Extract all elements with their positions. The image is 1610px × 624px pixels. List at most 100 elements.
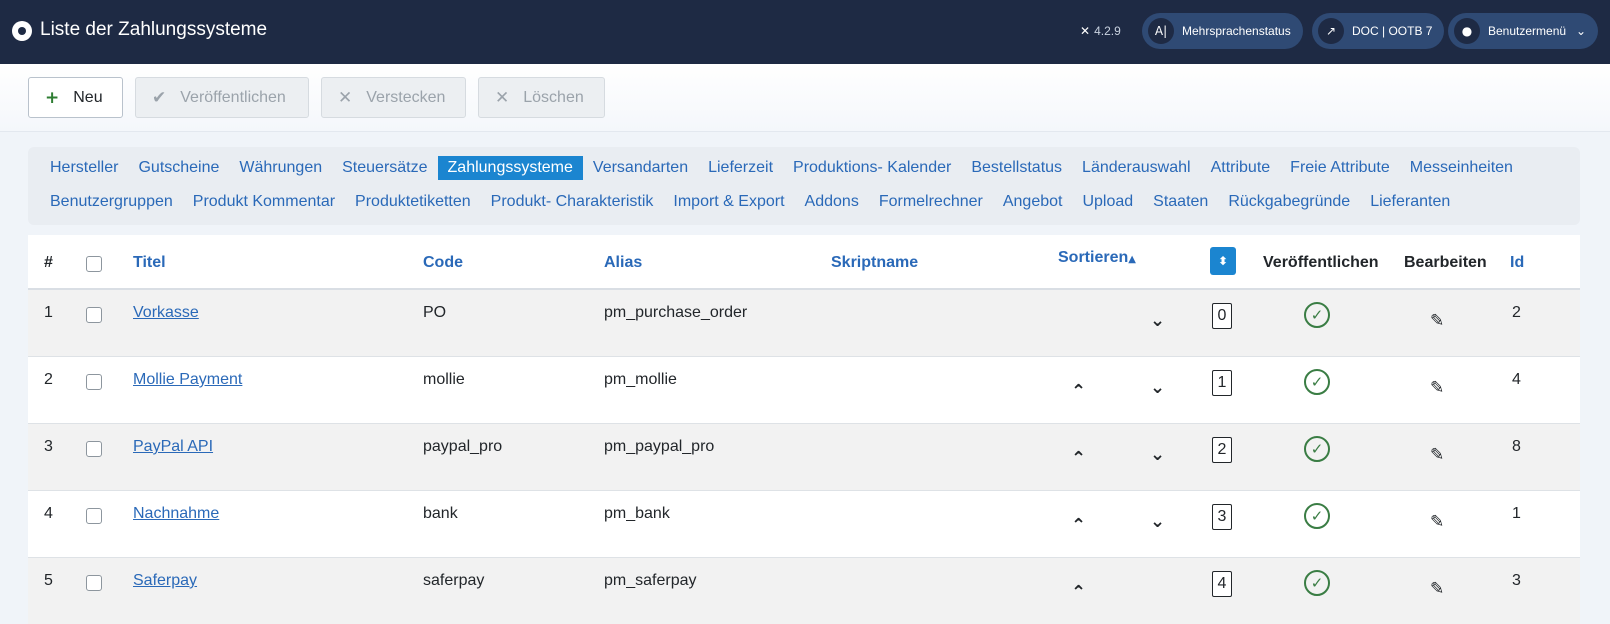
submenu-item-staaten[interactable]: Staaten (1143, 190, 1218, 214)
submenu-item-zahlungssysteme[interactable]: Zahlungssysteme (437, 156, 583, 180)
row-alias: pm_bank (604, 505, 670, 522)
header-published: Veröffentlichen (1263, 254, 1379, 271)
order-value[interactable]: 0 (1212, 303, 1232, 329)
published-check-icon[interactable]: ✓ (1304, 369, 1330, 395)
header-id[interactable]: Id (1510, 254, 1524, 272)
edit-icon[interactable]: ✎ (1430, 378, 1444, 398)
row-title-link[interactable]: Vorkasse (133, 304, 199, 322)
row-id: 1 (1512, 505, 1521, 522)
header-alias[interactable]: Alias (604, 254, 642, 272)
order-value[interactable]: 1 (1212, 370, 1232, 396)
submenu-item-produkt-kommentar[interactable]: Produkt Kommentar (183, 190, 345, 214)
select-all-checkbox[interactable] (86, 256, 102, 272)
edit-icon[interactable]: ✎ (1430, 311, 1444, 331)
row-code: saferpay (423, 572, 485, 589)
header-bar: Liste der Zahlungssysteme ✕ 4.2.9 A| Meh… (0, 0, 1610, 64)
row-checkbox[interactable] (86, 307, 102, 323)
row-checkbox[interactable] (86, 508, 102, 524)
joomla-icon: ✕ (1080, 24, 1091, 38)
submenu-item-addons[interactable]: Addons (795, 190, 869, 214)
published-check-icon[interactable]: ✓ (1304, 503, 1330, 529)
new-button[interactable]: + Neu (28, 77, 123, 118)
submenu-item-produkt-charakteristik[interactable]: Produkt- Charakteristik (481, 190, 664, 214)
table-row: 2 Mollie Payment mollie pm_mollie ⌃ ⌄ 1 … (28, 357, 1580, 424)
table-row: 1 Vorkasse PO pm_purchase_order ⌄ 0 ✓ ✎ … (28, 290, 1580, 357)
row-id: 4 (1512, 371, 1521, 388)
submenu-item-gutscheine[interactable]: Gutscheine (128, 156, 229, 180)
edit-icon[interactable]: ✎ (1430, 512, 1444, 532)
move-down-icon[interactable]: ⌄ (1150, 310, 1165, 331)
submenu-item-upload[interactable]: Upload (1072, 190, 1143, 214)
header-edit: Bearbeiten (1404, 254, 1487, 271)
row-code: bank (423, 505, 458, 522)
row-title-link[interactable]: Saferpay (133, 572, 197, 590)
submenu-item-benutzergruppen[interactable]: Benutzergruppen (40, 190, 183, 214)
move-up-icon[interactable]: ⌃ (1071, 515, 1086, 536)
row-alias: pm_mollie (604, 371, 677, 388)
edit-icon[interactable]: ✎ (1430, 579, 1444, 599)
header-title[interactable]: Titel (133, 254, 166, 272)
submenu-item-produktions-kalender[interactable]: Produktions- Kalender (783, 156, 961, 180)
move-down-icon[interactable]: ⌄ (1150, 511, 1165, 532)
user-menu-label: Benutzermenü (1488, 24, 1567, 38)
move-up-icon[interactable]: ⌃ (1071, 448, 1086, 469)
header-sort[interactable]: Sortieren▲ (1058, 249, 1136, 267)
submenu-item-lieferanten[interactable]: Lieferanten (1360, 190, 1460, 214)
submenu-item-rueckgabegruende[interactable]: Rückgabegründe (1218, 190, 1360, 214)
move-down-icon[interactable]: ⌄ (1150, 377, 1165, 398)
page-title: Liste der Zahlungssysteme (40, 19, 268, 40)
submenu-item-freie-attribute[interactable]: Freie Attribute (1280, 156, 1400, 180)
row-title-link[interactable]: PayPal API (133, 438, 213, 456)
move-down-icon[interactable]: ⌄ (1150, 444, 1165, 465)
multilang-status-button[interactable]: A| Mehrsprachenstatus (1142, 13, 1303, 49)
row-id: 2 (1512, 304, 1521, 321)
header-script[interactable]: Skriptname (831, 254, 918, 272)
row-num: 4 (44, 505, 53, 522)
submenu-item-import-export[interactable]: Import & Export (663, 190, 794, 214)
table-header: # Titel Code Alias Skriptname Sortieren▲… (28, 235, 1580, 290)
submenu-item-versandarten[interactable]: Versandarten (583, 156, 698, 180)
row-checkbox[interactable] (86, 374, 102, 390)
sort-icon: ⬍ (1217, 254, 1229, 268)
submenu-item-steuersaetze[interactable]: Steuersätze (332, 156, 437, 180)
row-title-link[interactable]: Mollie Payment (133, 371, 242, 389)
delete-button[interactable]: ✕ Löschen (478, 77, 605, 118)
submenu-item-angebot[interactable]: Angebot (993, 190, 1073, 214)
hide-button[interactable]: ✕ Verstecken (321, 77, 466, 118)
published-check-icon[interactable]: ✓ (1304, 570, 1330, 596)
published-check-icon[interactable]: ✓ (1304, 302, 1330, 328)
chevron-down-icon: ⌄ (1576, 24, 1587, 38)
submenu-item-lieferzeit[interactable]: Lieferzeit (698, 156, 783, 180)
user-menu-button[interactable]: ● Benutzermenü ⌄ (1448, 13, 1599, 49)
save-order-button[interactable]: ⬍ (1210, 247, 1236, 275)
submenu-item-produktetiketten[interactable]: Produktetiketten (345, 190, 481, 214)
order-value[interactable]: 2 (1212, 437, 1232, 463)
user-icon: ● (1454, 18, 1480, 44)
order-value[interactable]: 4 (1212, 571, 1232, 597)
move-up-icon[interactable]: ⌃ (1071, 381, 1086, 402)
submenu-item-hersteller[interactable]: Hersteller (40, 156, 128, 180)
row-num: 2 (44, 371, 53, 388)
order-value[interactable]: 3 (1212, 504, 1232, 530)
edit-icon[interactable]: ✎ (1430, 445, 1444, 465)
submenu-row-2: Benutzergruppen Produkt Kommentar Produk… (40, 190, 1460, 214)
publish-button[interactable]: ✔ Veröffentlichen (135, 77, 309, 118)
site-link-button[interactable]: ↗ DOC | OOTB 7 (1312, 13, 1445, 49)
submenu-row-1: Hersteller Gutscheine Währungen Steuersä… (40, 156, 1523, 180)
table-row: 5 Saferpay saferpay pm_saferpay ⌃ 4 ✓ ✎ … (28, 558, 1580, 624)
row-checkbox[interactable] (86, 575, 102, 591)
move-up-icon[interactable]: ⌃ (1071, 582, 1086, 603)
row-alias: pm_saferpay (604, 572, 697, 589)
published-check-icon[interactable]: ✓ (1304, 436, 1330, 462)
row-code: paypal_pro (423, 438, 503, 455)
submenu-item-waehrungen[interactable]: Währungen (229, 156, 332, 180)
submenu-item-messeinheiten[interactable]: Messeinheiten (1400, 156, 1523, 180)
row-checkbox[interactable] (86, 441, 102, 457)
submenu-item-attribute[interactable]: Attribute (1201, 156, 1281, 180)
submenu-item-laenderauswahl[interactable]: Länderauswahl (1072, 156, 1201, 180)
submenu-item-bestellstatus[interactable]: Bestellstatus (961, 156, 1072, 180)
submenu-item-formelrechner[interactable]: Formelrechner (869, 190, 993, 214)
header-code[interactable]: Code (423, 254, 463, 272)
row-alias: pm_purchase_order (604, 304, 748, 321)
row-title-link[interactable]: Nachnahme (133, 505, 219, 523)
